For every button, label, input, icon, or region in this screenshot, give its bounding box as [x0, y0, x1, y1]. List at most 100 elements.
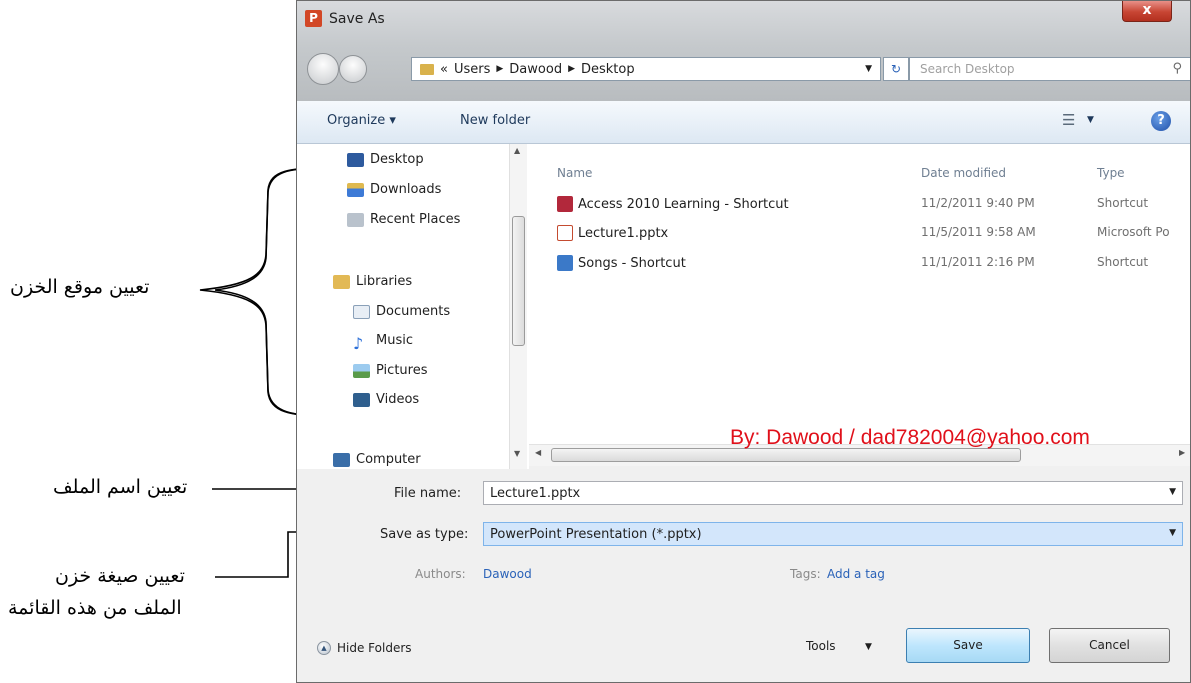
file-name-cell: Lecture1.pptx [557, 225, 668, 241]
scroll-up-icon[interactable]: ▲ [514, 146, 520, 155]
help-icon[interactable]: ? [1151, 111, 1171, 131]
chevron-down-icon[interactable]: ▼ [1169, 487, 1176, 497]
downloads-icon [347, 182, 364, 197]
access-shortcut-icon [557, 196, 573, 212]
chevron-down-icon[interactable]: ▼ [1087, 115, 1094, 125]
location-brace [199, 168, 300, 416]
powerpoint-icon: P [305, 10, 322, 27]
breadcrumb-overflow[interactable]: « [440, 62, 448, 77]
nav-item-downloads[interactable]: Downloads [347, 182, 441, 197]
file-list: Name Date modified Type Access 2010 Lear… [529, 144, 1190, 444]
videos-icon [353, 392, 370, 407]
forward-button[interactable] [339, 55, 367, 83]
file-name-cell: Access 2010 Learning - Shortcut [557, 196, 789, 212]
breadcrumb-users[interactable]: Users [454, 62, 490, 77]
cancel-button[interactable]: Cancel [1049, 628, 1170, 663]
hide-folders-label: Hide Folders [337, 641, 412, 655]
hide-folders-button[interactable]: ▲ Hide Folders [317, 641, 412, 655]
navigation-pane: Desktop Downloads Recent Places Librarie… [297, 144, 529, 469]
nav-item-desktop[interactable]: Desktop [347, 152, 424, 167]
collapse-icon: ▲ [317, 641, 331, 655]
chevron-right-icon[interactable]: ▶ [568, 64, 575, 74]
file-name: Songs - Shortcut [578, 255, 686, 271]
desktop-icon [347, 152, 364, 167]
nav-item-music[interactable]: ♪ Music [353, 333, 413, 353]
file-type: Shortcut [1097, 255, 1149, 269]
tools-button[interactable]: Tools [806, 639, 836, 653]
nav-item-label: Documents [376, 304, 451, 319]
tags-value[interactable]: Add a tag [827, 567, 885, 581]
close-button[interactable]: x [1122, 1, 1172, 22]
title-bar: P Save As x « Users ▶ Dawood ▶ Desktop ▼… [297, 1, 1190, 101]
save-button[interactable]: Save [906, 628, 1030, 663]
nav-item-label: Computer [356, 452, 421, 467]
scroll-left-icon[interactable]: ◀ [535, 448, 541, 457]
search-icon[interactable]: ⚲ [1172, 61, 1182, 76]
breadcrumb-desktop[interactable]: Desktop [581, 62, 635, 77]
chevron-down-icon[interactable]: ▼ [865, 64, 872, 74]
file-date: 11/2/2011 9:40 PM [921, 196, 1035, 210]
breadcrumb-dawood[interactable]: Dawood [509, 62, 562, 77]
author-watermark: By: Dawood / dad782004@yahoo.com [730, 426, 1090, 449]
nav-item-label: Libraries [356, 274, 413, 289]
nav-item-label: Pictures [376, 363, 428, 378]
nav-item-pictures[interactable]: Pictures [353, 363, 427, 378]
file-row[interactable]: Lecture1.pptx 11/5/2011 9:58 AM Microsof… [529, 225, 1190, 245]
documents-icon [353, 304, 370, 319]
search-box[interactable]: ⚲ [909, 57, 1190, 81]
tags-label: Tags: [790, 567, 821, 581]
file-name-label: File name: [394, 486, 462, 501]
file-name: Lecture1.pptx [578, 225, 669, 241]
annotation-format-line1: تعيين صيغة خزن [55, 565, 185, 587]
refresh-icon: ↻ [890, 62, 902, 76]
column-header-type[interactable]: Type [1097, 166, 1125, 180]
annotation-format-line2: الملف من هذه القائمة [8, 597, 182, 619]
nav-item-libraries[interactable]: Libraries [333, 274, 412, 289]
nav-item-label: Music [376, 333, 413, 348]
organize-button[interactable]: Organize ▾ [327, 113, 396, 128]
nav-item-computer[interactable]: Computer [333, 452, 421, 467]
annotation-location: تعيين موقع الخزن [10, 276, 150, 298]
chevron-down-icon[interactable]: ▼ [1169, 528, 1176, 538]
computer-icon [333, 452, 350, 467]
chevron-right-icon[interactable]: ▶ [496, 64, 503, 74]
libraries-icon [333, 274, 350, 289]
column-header-date[interactable]: Date modified [921, 166, 1006, 180]
file-row[interactable]: Access 2010 Learning - Shortcut 11/2/201… [529, 196, 1190, 216]
address-bar[interactable]: « Users ▶ Dawood ▶ Desktop ▼ [411, 57, 881, 81]
dialog-title: Save As [329, 11, 385, 27]
save-as-dialog: P Save As x « Users ▶ Dawood ▶ Desktop ▼… [296, 0, 1191, 683]
column-header-name[interactable]: Name [557, 166, 592, 180]
save-as-type-value[interactable]: PowerPoint Presentation (*.pptx) [490, 527, 702, 542]
back-button[interactable] [307, 53, 339, 85]
refresh-button[interactable]: ↻ [883, 57, 909, 81]
file-name-cell: Songs - Shortcut [557, 255, 686, 271]
file-name-field[interactable]: Lecture1.pptx ▼ [483, 481, 1183, 505]
songs-shortcut-icon [557, 255, 573, 271]
nav-scrollbar[interactable]: ▲ ▼ [509, 144, 527, 469]
scroll-down-icon[interactable]: ▼ [514, 449, 520, 458]
authors-value[interactable]: Dawood [483, 567, 532, 581]
chevron-down-icon[interactable]: ▼ [865, 642, 872, 652]
new-folder-button[interactable]: New folder [460, 113, 530, 128]
views-icon[interactable]: ☰ [1062, 111, 1075, 129]
nav-item-label: Desktop [370, 152, 424, 167]
scrollbar-thumb[interactable] [512, 216, 525, 346]
file-name-value[interactable]: Lecture1.pptx [490, 486, 580, 501]
nav-item-label: Recent Places [370, 212, 461, 227]
nav-item-recent-places[interactable]: Recent Places [347, 212, 460, 227]
save-as-type-label: Save as type: [380, 527, 469, 542]
nav-item-documents[interactable]: Documents [353, 304, 450, 319]
save-as-type-select[interactable]: PowerPoint Presentation (*.pptx) ▼ [483, 522, 1183, 546]
pptx-file-icon [557, 225, 573, 241]
scrollbar-thumb[interactable] [551, 448, 1021, 462]
search-input[interactable] [918, 61, 1152, 77]
authors-label: Authors: [415, 567, 466, 581]
file-type: Shortcut [1097, 196, 1149, 210]
nav-item-videos[interactable]: Videos [353, 392, 419, 407]
file-name: Access 2010 Learning - Shortcut [578, 196, 789, 212]
nav-item-label: Videos [376, 392, 420, 407]
file-row[interactable]: Songs - Shortcut 11/1/2011 2:16 PM Short… [529, 255, 1190, 275]
recent-places-icon [347, 212, 364, 227]
scroll-right-icon[interactable]: ▶ [1179, 448, 1185, 457]
